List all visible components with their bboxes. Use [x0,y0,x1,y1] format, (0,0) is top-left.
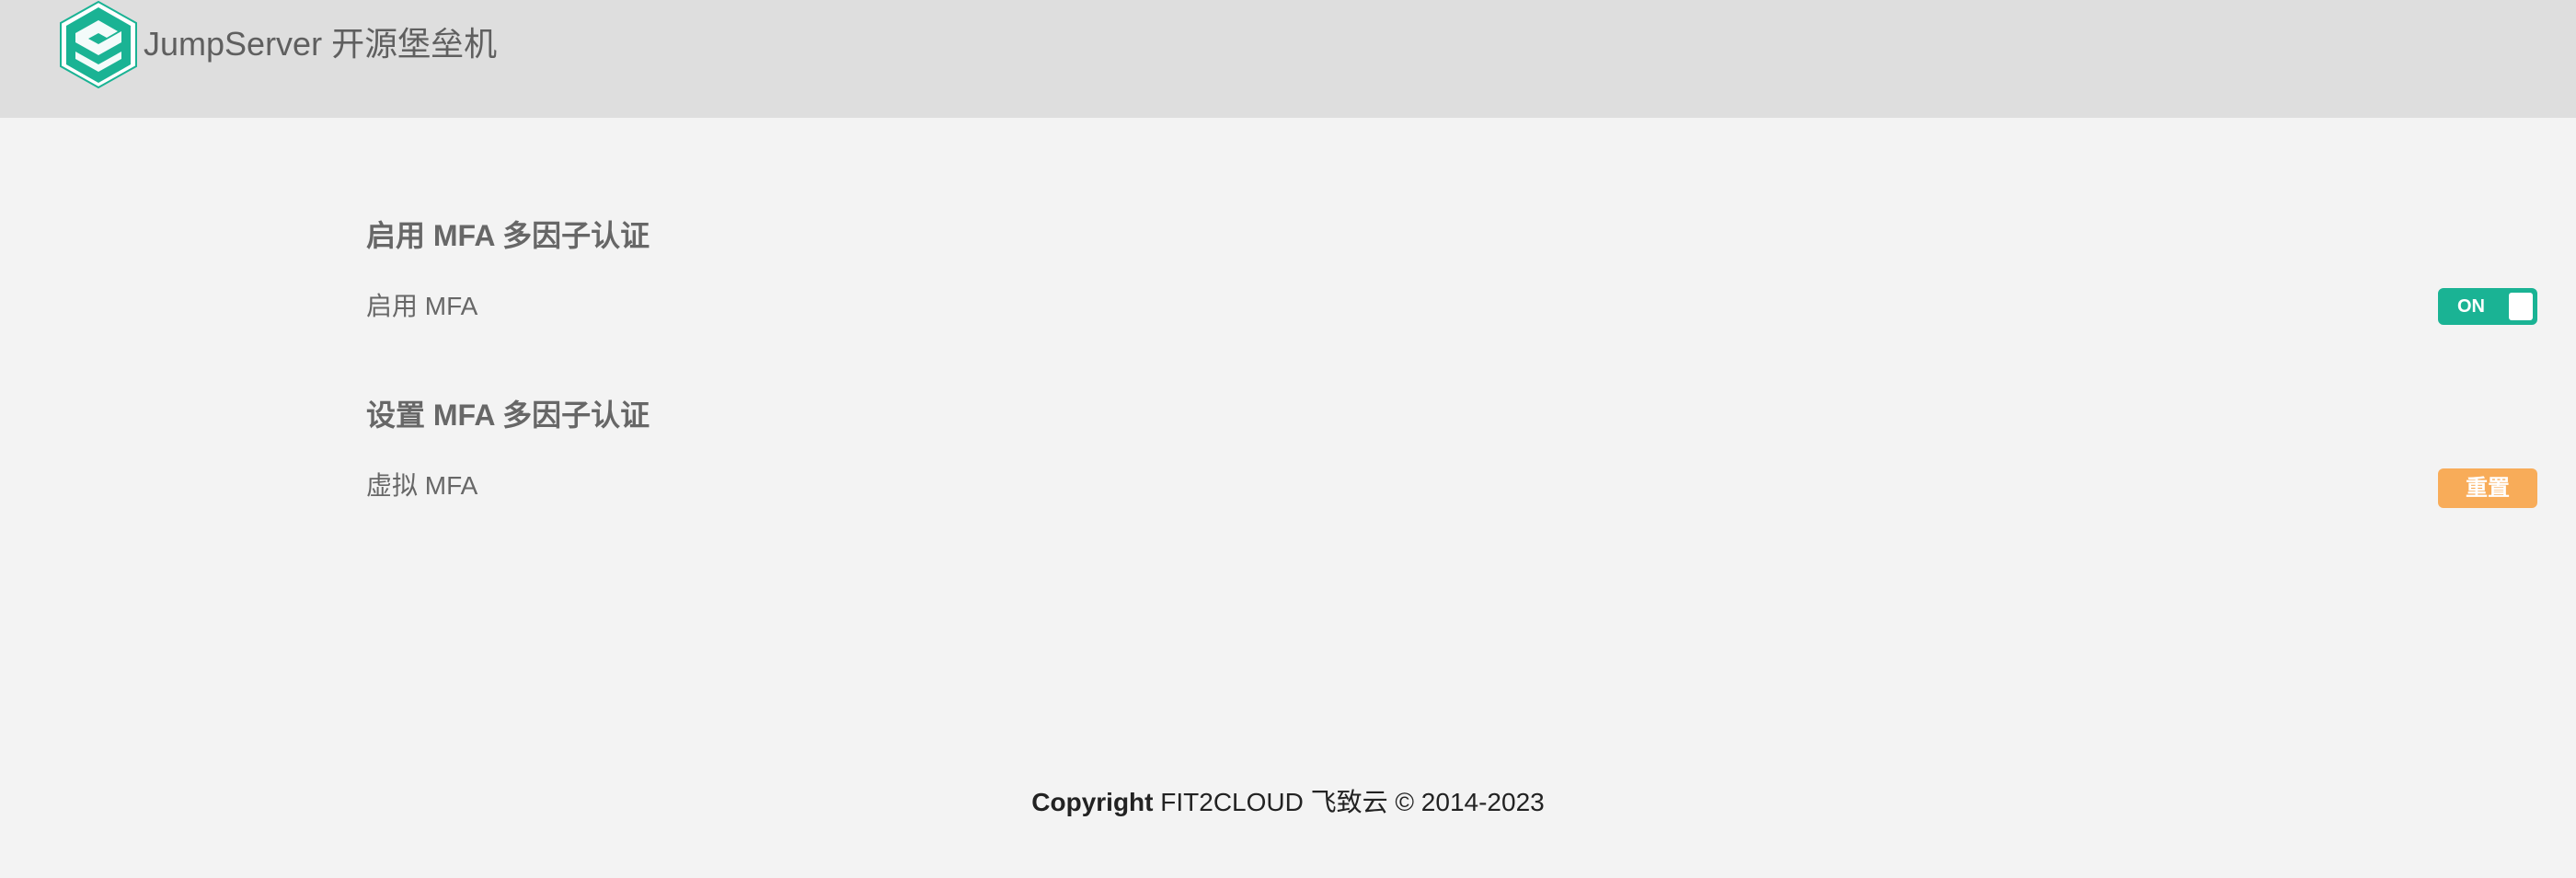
copyright-text: FIT2CLOUD 飞致云 © 2014-2023 [1153,788,1545,816]
jumpserver-logo-icon[interactable] [57,0,140,88]
brand-title: JumpServer 开源堡垒机 [144,25,498,63]
reset-virtual-mfa-button[interactable]: 重置 [2438,468,2537,508]
toggle-knob [2509,293,2533,320]
row-label-virtual-mfa: 虚拟 MFA [366,471,478,500]
footer-copyright: Copyright FIT2CLOUD 飞致云 © 2014-2023 [0,784,2576,821]
copyright-label: Copyright [1031,788,1154,816]
toggle-state-label: ON [2457,296,2485,317]
row-label-enable-mfa: 启用 MFA [366,292,478,320]
top-header: JumpServer 开源堡垒机 [0,0,2576,118]
section-title-enable-mfa: 启用 MFA 多因子认证 [366,219,650,252]
enable-mfa-toggle[interactable]: ON [2438,288,2537,325]
section-title-setup-mfa: 设置 MFA 多因子认证 [366,399,650,432]
